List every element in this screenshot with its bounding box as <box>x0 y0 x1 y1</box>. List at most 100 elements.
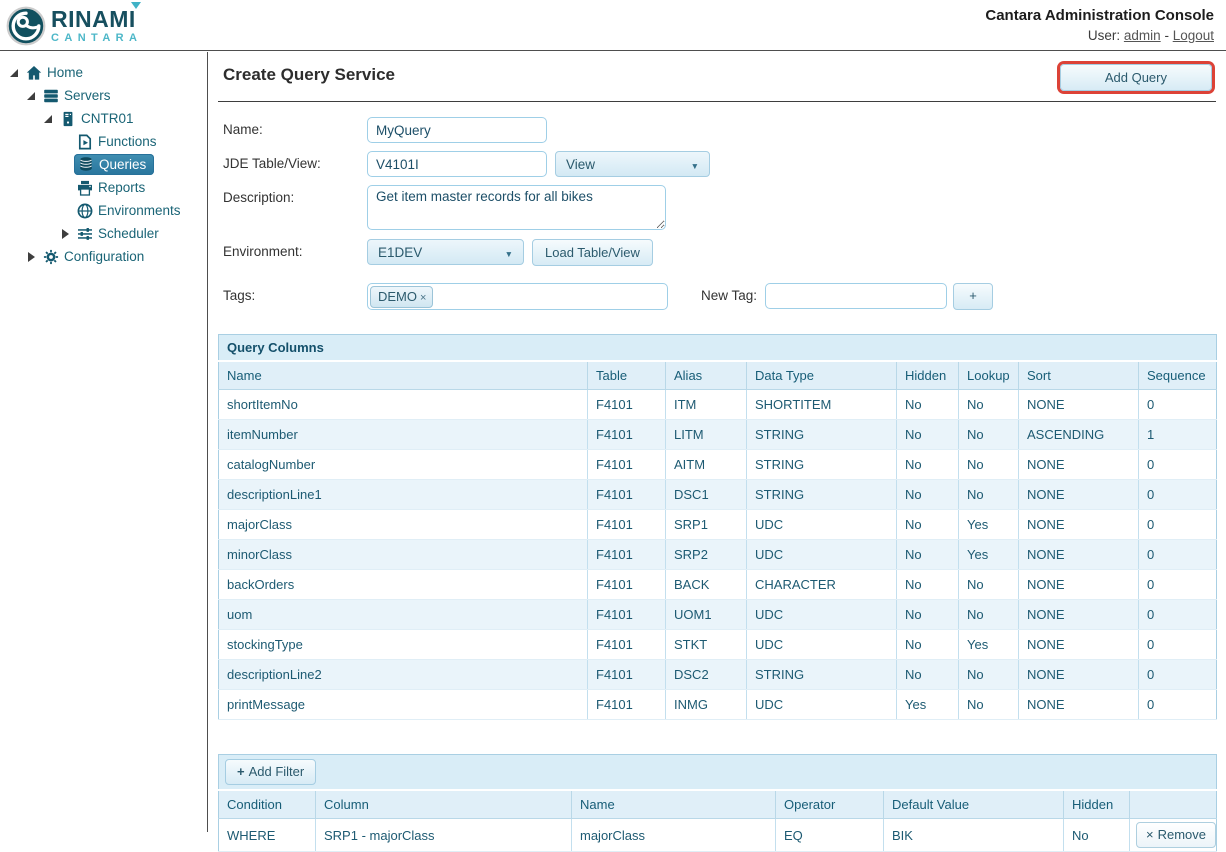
cell: 1 <box>1138 419 1217 450</box>
sidebar-item-functions[interactable]: Functions <box>0 130 207 153</box>
query-column-row[interactable]: stockingType F4101 STKT UDC No Yes NONE 0 <box>218 629 1217 660</box>
tag-remove-icon[interactable]: × <box>420 292 426 304</box>
logo-text: RINAMI CANTARA <box>51 2 142 44</box>
cell: UDC <box>746 539 897 570</box>
add-tag-button[interactable]: + <box>953 283 994 310</box>
sidebar-item-environments[interactable]: Environments <box>0 199 207 222</box>
filter-actions-cell: × Remove <box>1129 818 1217 852</box>
cell: CHARACTER <box>746 569 897 600</box>
description-textarea[interactable]: Get item master records for all bikes <box>367 185 666 230</box>
tree-item-content: Queries <box>74 154 155 175</box>
add-filter-button[interactable]: + Add Filter <box>225 759 317 785</box>
cell: NONE <box>1018 539 1139 570</box>
sidebar-item-home[interactable]: Home <box>0 61 207 84</box>
cell: 0 <box>1138 629 1217 660</box>
collapse-arrow-icon[interactable] <box>25 90 40 102</box>
sidebar-item-label: Home <box>47 65 84 80</box>
new-tag-input[interactable] <box>765 283 948 309</box>
environment-value: E1DEV <box>378 244 423 260</box>
cell: BIK <box>883 818 1064 852</box>
logout-link[interactable]: Logout <box>1173 28 1214 43</box>
expand-arrow-icon[interactable] <box>25 251 40 263</box>
query-column-row[interactable]: itemNumber F4101 LITM STRING No No ASCENDING 1 <box>218 419 1217 450</box>
cell: NONE <box>1018 689 1139 720</box>
app-title: Cantara Administration Console <box>985 7 1214 24</box>
cell: LITM <box>665 419 747 450</box>
table-view-type-select[interactable]: View <box>555 151 710 177</box>
sidebar-item-cntr01[interactable]: CNTR01 <box>0 107 207 130</box>
cell: UOM1 <box>665 599 747 630</box>
sidebar-item-label: Queries <box>99 156 147 172</box>
cell: 0 <box>1138 509 1217 540</box>
sidebar-item-label: Scheduler <box>98 226 159 241</box>
query-column-row[interactable]: descriptionLine2 F4101 DSC2 STRING No No NONE 0 <box>218 659 1217 690</box>
cell: minorClass <box>218 539 588 570</box>
logo[interactable]: RINAMI CANTARA <box>6 0 142 50</box>
sidebar-item-configuration[interactable]: Configuration <box>0 245 207 268</box>
sidebar-item-label: Functions <box>98 134 157 149</box>
sidebar-item-scheduler[interactable]: Scheduler <box>0 222 207 245</box>
main-content: Create Query Service Add Query Name: JDE… <box>209 52 1226 852</box>
column-header: Name <box>571 790 776 819</box>
tags-label: Tags: <box>223 288 256 303</box>
filters-header-row: Condition Column Name Operator Default Value… <box>218 790 1217 819</box>
column-header: Name <box>218 361 588 390</box>
query-column-row[interactable]: catalogNumber F4101 AITM STRING No No NONE 0 <box>218 449 1217 480</box>
app-header: RINAMI CANTARA Cantara Administration Co… <box>0 0 1226 51</box>
rinami-logo-icon <box>6 6 46 46</box>
tags-row: Tags: DEMO × New Tag: + <box>218 283 1216 310</box>
column-header <box>1129 790 1217 819</box>
cell: 0 <box>1138 659 1217 690</box>
sidebar-item-reports[interactable]: Reports <box>0 176 207 199</box>
cell: No <box>958 599 1019 630</box>
cell: Yes <box>958 629 1019 660</box>
title-row: Create Query Service Add Query <box>218 61 1216 91</box>
cell: STRING <box>746 449 897 480</box>
query-column-row[interactable]: uom F4101 UOM1 UDC No No NONE 0 <box>218 599 1217 630</box>
user-link[interactable]: admin <box>1124 28 1161 43</box>
tags-input[interactable]: DEMO × <box>367 283 668 310</box>
cell: NONE <box>1018 569 1139 600</box>
reports-icon <box>77 180 93 196</box>
name-row: Name: <box>218 117 1216 143</box>
name-input[interactable] <box>367 117 547 143</box>
queries-icon <box>78 156 94 172</box>
cell: Yes <box>958 539 1019 570</box>
cell: SRP2 <box>665 539 747 570</box>
cell: F4101 <box>587 539 666 570</box>
cell: No <box>896 509 959 540</box>
table-view-input[interactable] <box>367 151 547 177</box>
environment-select[interactable]: E1DEV <box>367 239 524 265</box>
cell: ASCENDING <box>1018 419 1139 450</box>
cell: UDC <box>746 509 897 540</box>
tree-item-content: Environments <box>74 201 187 221</box>
sidebar-item-servers[interactable]: Servers <box>0 84 207 107</box>
column-header: Data Type <box>746 361 897 390</box>
sidebar-item-queries[interactable]: Queries <box>0 153 207 176</box>
cell: No <box>958 449 1019 480</box>
expand-arrow-icon[interactable] <box>59 228 74 240</box>
filters-tbody: WHERE SRP1 - majorClass majorClass EQ BIK No ×… <box>218 818 1217 852</box>
tree-item-content: Configuration <box>40 247 150 267</box>
query-columns-tbody: shortItemNo F4101 ITM SHORTITEM No No NONE 0 ite… <box>218 389 1217 720</box>
query-column-row[interactable]: minorClass F4101 SRP2 UDC No Yes NONE 0 <box>218 539 1217 570</box>
collapse-arrow-icon[interactable] <box>42 113 57 125</box>
query-column-row[interactable]: printMessage F4101 INMG UDC Yes No NONE 0 <box>218 689 1217 720</box>
add-query-button[interactable]: Add Query <box>1059 64 1212 91</box>
cell: F4101 <box>587 599 666 630</box>
query-column-row[interactable]: backOrders F4101 BACK CHARACTER No No NONE 0 <box>218 569 1217 600</box>
description-row: Description: Get item master records for… <box>218 185 1216 230</box>
cell: printMessage <box>218 689 588 720</box>
query-column-row[interactable]: descriptionLine1 F4101 DSC1 STRING No No NONE 0 <box>218 479 1217 510</box>
query-column-row[interactable]: majorClass F4101 SRP1 UDC No Yes NONE 0 <box>218 509 1217 540</box>
collapse-arrow-icon[interactable] <box>8 67 23 79</box>
cell: shortItemNo <box>218 389 588 420</box>
remove-filter-label: Remove <box>1157 827 1207 842</box>
header-right: Cantara Administration Console User: adm… <box>985 0 1214 50</box>
dropdown-arrow-icon <box>505 245 513 260</box>
cell: No <box>896 389 959 420</box>
query-column-row[interactable]: shortItemNo F4101 ITM SHORTITEM No No NONE 0 <box>218 389 1217 420</box>
load-table-view-button[interactable]: Load Table/View <box>532 239 653 266</box>
cell: No <box>896 479 959 510</box>
remove-filter-button[interactable]: × Remove <box>1136 822 1217 848</box>
